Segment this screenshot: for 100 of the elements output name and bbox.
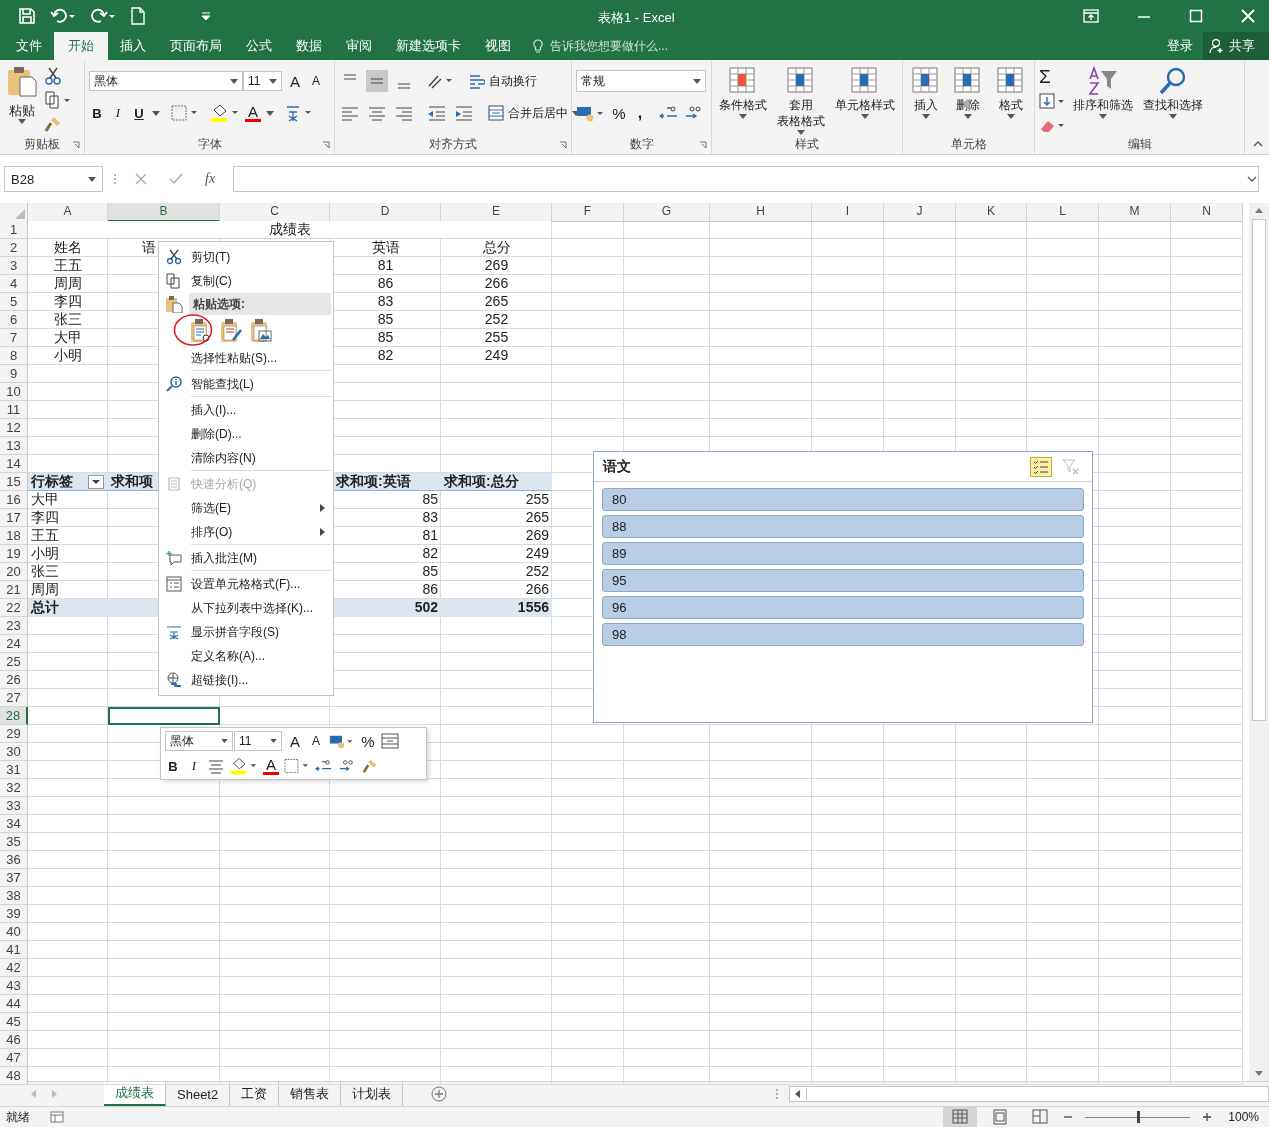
- row-header[interactable]: 8: [0, 347, 28, 365]
- row-header[interactable]: 46: [0, 1031, 28, 1049]
- italic-button[interactable]: I: [110, 105, 126, 121]
- zoom-level[interactable]: 100%: [1228, 1110, 1259, 1124]
- name-box[interactable]: B28: [4, 166, 103, 192]
- row-header[interactable]: 32: [0, 779, 28, 797]
- decrease-font-button[interactable]: A: [308, 74, 324, 88]
- row-header[interactable]: 28: [0, 707, 28, 725]
- column-header[interactable]: K: [956, 203, 1027, 222]
- slicer-item[interactable]: 98: [602, 623, 1084, 646]
- font-name-dropdown[interactable]: 黑体: [89, 71, 243, 91]
- row-header[interactable]: 34: [0, 815, 28, 833]
- row-header[interactable]: 42: [0, 959, 28, 977]
- cells-button[interactable]: 插入: [908, 65, 945, 134]
- row-header[interactable]: 45: [0, 1013, 28, 1031]
- menu-item[interactable]: 复制(C): [159, 269, 333, 293]
- column-header[interactable]: L: [1027, 203, 1099, 222]
- row-header[interactable]: 38: [0, 887, 28, 905]
- menu-item[interactable]: 从下拉列表中选择(K)...: [159, 596, 333, 620]
- row-header[interactable]: 6: [0, 311, 28, 329]
- ribbon-tab[interactable]: 插入: [108, 32, 158, 60]
- row-header[interactable]: 29: [0, 725, 28, 743]
- sign-in-link[interactable]: 登录: [1157, 32, 1203, 60]
- comma-style-button[interactable]: ,: [632, 104, 648, 122]
- column-header[interactable]: H: [710, 203, 812, 222]
- slicer-item[interactable]: 88: [602, 515, 1084, 538]
- row-header[interactable]: 20: [0, 563, 28, 581]
- row-header[interactable]: 19: [0, 545, 28, 563]
- menu-item[interactable]: 插入(I)...: [159, 398, 333, 422]
- row-header[interactable]: 23: [0, 617, 28, 635]
- row-header[interactable]: 27: [0, 689, 28, 707]
- italic-button[interactable]: I: [186, 758, 202, 774]
- row-header[interactable]: 4: [0, 275, 28, 293]
- row-header[interactable]: 1: [0, 221, 28, 239]
- row-header[interactable]: 25: [0, 653, 28, 671]
- percent-button[interactable]: %: [611, 104, 627, 122]
- column-header[interactable]: J: [884, 203, 956, 222]
- row-header[interactable]: 21: [0, 581, 28, 599]
- tell-me-field[interactable]: 告诉我您想要做什么...: [548, 38, 712, 54]
- row-header[interactable]: 17: [0, 509, 28, 527]
- row-header[interactable]: 5: [0, 293, 28, 311]
- menu-item[interactable]: 显示拼音字段(S): [159, 620, 333, 644]
- column-header[interactable]: F: [552, 203, 624, 222]
- bold-button[interactable]: B: [89, 105, 105, 121]
- row-header[interactable]: 39: [0, 905, 28, 923]
- row-header[interactable]: 14: [0, 455, 28, 473]
- column-header[interactable]: G: [624, 203, 710, 222]
- merge-center-button[interactable]: 合并后居中: [488, 104, 580, 122]
- font-color-button[interactable]: A: [263, 757, 279, 775]
- menu-item[interactable]: 智能查找(L): [159, 372, 333, 396]
- editing-button[interactable]: 查找和选择: [1141, 65, 1205, 135]
- autosum-button[interactable]: Σ: [1039, 67, 1065, 87]
- menu-item[interactable]: 排序(O): [159, 520, 333, 544]
- share-button[interactable]: 共享: [1203, 32, 1269, 60]
- row-header[interactable]: 40: [0, 923, 28, 941]
- row-header[interactable]: 24: [0, 635, 28, 653]
- row-header[interactable]: 10: [0, 383, 28, 401]
- style-button[interactable]: 单元格样式: [833, 65, 897, 135]
- decrease-font-button[interactable]: A: [308, 734, 324, 748]
- slicer-item[interactable]: 89: [602, 542, 1084, 565]
- style-button[interactable]: 条件格式: [717, 65, 769, 135]
- menu-item[interactable]: 清除内容(N): [159, 446, 333, 470]
- number-format-dropdown[interactable]: 常规: [576, 70, 706, 92]
- row-header[interactable]: 31: [0, 761, 28, 779]
- increase-font-button[interactable]: A: [287, 732, 303, 750]
- insert-function-button[interactable]: fx: [205, 171, 216, 187]
- row-header[interactable]: 30: [0, 743, 28, 761]
- row-header[interactable]: 37: [0, 869, 28, 887]
- cells-button[interactable]: 格式: [992, 65, 1029, 134]
- ribbon-tab[interactable]: 数据: [284, 32, 334, 60]
- menu-item[interactable]: 剪切(T): [159, 245, 333, 269]
- menu-item[interactable]: 定义名称(A)...: [159, 644, 333, 668]
- row-header[interactable]: 22: [0, 599, 28, 617]
- ribbon-tab[interactable]: 开始: [54, 32, 108, 60]
- ribbon-tab[interactable]: 页面布局: [158, 32, 234, 60]
- paste-button[interactable]: 粘贴: [4, 65, 40, 134]
- slicer-item[interactable]: 95: [602, 569, 1084, 592]
- cells-button[interactable]: 删除: [950, 65, 987, 134]
- menu-item[interactable]: 筛选(E): [159, 496, 333, 520]
- row-header[interactable]: 36: [0, 851, 28, 869]
- row-header[interactable]: 41: [0, 941, 28, 959]
- column-header[interactable]: I: [812, 203, 884, 222]
- menu-item[interactable]: 插入批注(M): [159, 546, 333, 570]
- wrap-text-button[interactable]: 自动换行: [469, 72, 537, 90]
- slicer-item[interactable]: 80: [602, 488, 1084, 511]
- percent-button[interactable]: %: [360, 732, 376, 750]
- row-header[interactable]: 11: [0, 401, 28, 419]
- slicer-item[interactable]: 96: [602, 596, 1084, 619]
- row-header[interactable]: 15: [0, 473, 28, 491]
- menu-item[interactable]: 选择性粘贴(S)...: [159, 346, 333, 370]
- increase-font-button[interactable]: A: [287, 72, 303, 90]
- column-header[interactable]: M: [1099, 203, 1171, 222]
- row-header[interactable]: 18: [0, 527, 28, 545]
- row-header[interactable]: 26: [0, 671, 28, 689]
- ribbon-tab[interactable]: 审阅: [334, 32, 384, 60]
- row-header[interactable]: 44: [0, 995, 28, 1013]
- ribbon-tab[interactable]: 视图: [473, 32, 523, 60]
- row-header[interactable]: 43: [0, 977, 28, 995]
- ribbon-tab[interactable]: 新建选项卡: [384, 32, 473, 60]
- row-header[interactable]: 7: [0, 329, 28, 347]
